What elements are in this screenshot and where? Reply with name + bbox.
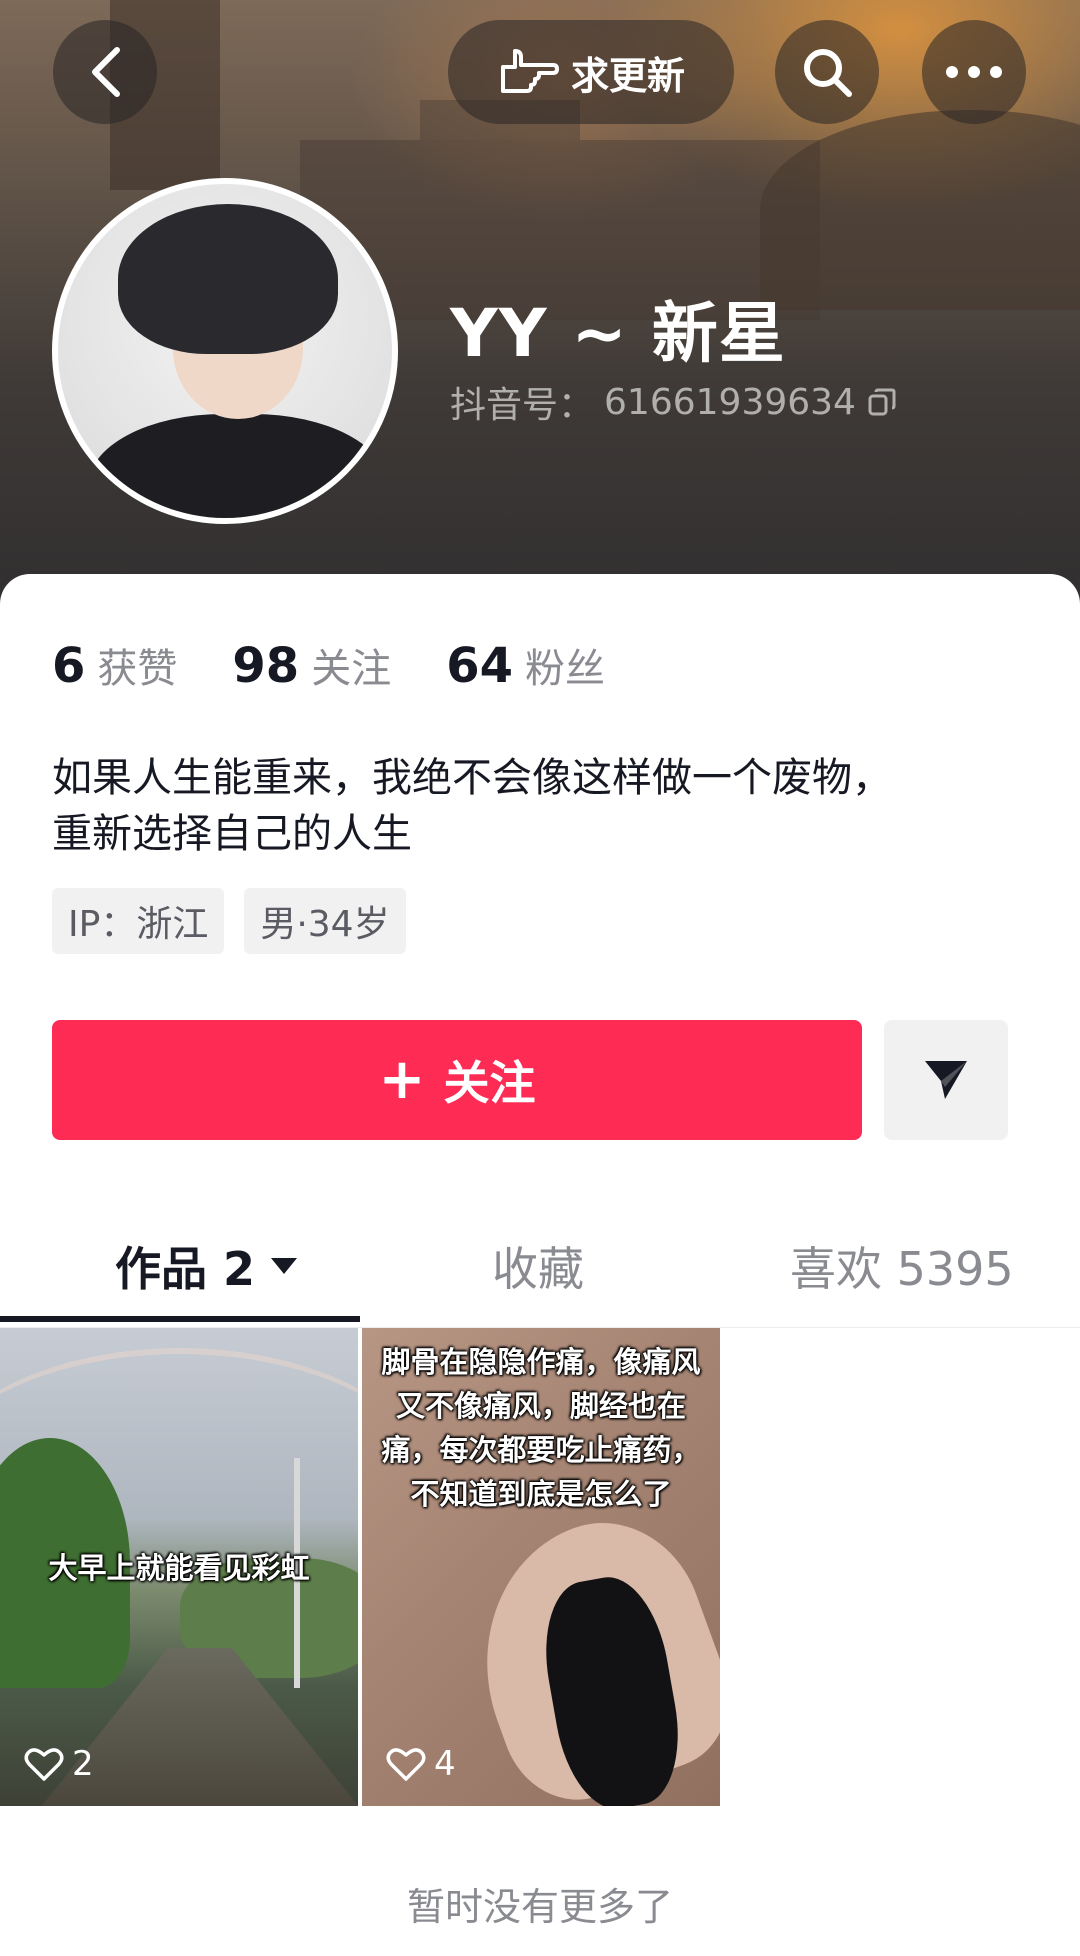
profile-tags: IP：浙江 男·34岁	[52, 888, 406, 954]
stat-label: 获赞	[97, 646, 178, 692]
back-icon	[92, 47, 120, 97]
video-like-count: 2	[72, 1744, 94, 1784]
douyin-id-row[interactable]: 抖音号： 61661939634	[450, 376, 898, 428]
request-update-button[interactable]: 求更新	[448, 20, 734, 124]
follow-button[interactable]: + 关注	[52, 1020, 862, 1140]
profile-card: 6 获赞 98 关注 64 粉丝 如果人生能重来，我绝不会像这样做一个废物， 重新选择…	[0, 574, 1080, 1956]
video-caption: 脚骨在隐隐作痛，像痛风又不像痛风，脚经也在痛，每次都要吃止痛药，不知道到底是怎么…	[381, 1345, 701, 1511]
heart-icon	[24, 1748, 64, 1781]
active-tab-indicator	[0, 1316, 360, 1322]
heart-icon	[386, 1748, 426, 1781]
request-update-label: 求更新	[570, 53, 685, 98]
tab-likes[interactable]: 喜欢 5395	[790, 1204, 1014, 1328]
avatar[interactable]	[52, 178, 398, 524]
douyin-id-value: 61661939634	[604, 381, 856, 423]
stats-row: 6 获赞 98 关注 64 粉丝	[52, 636, 605, 694]
video-likes: 4	[386, 1744, 456, 1784]
video-like-count: 4	[434, 1744, 456, 1784]
video-tile[interactable]: 大早上就能看见彩虹 2	[0, 1328, 358, 1806]
bio: 如果人生能重来，我绝不会像这样做一个废物， 重新选择自己的人生	[52, 750, 1032, 862]
stat-likes-received: 6 获赞	[52, 636, 177, 694]
search-button[interactable]	[775, 20, 879, 124]
back-button[interactable]	[53, 20, 157, 124]
tab-works-label: 作品 2	[115, 1242, 256, 1296]
more-icon	[946, 66, 1002, 78]
video-likes: 2	[24, 1744, 94, 1784]
video-caption: 大早上就能看见彩虹	[48, 1551, 310, 1585]
plus-icon: +	[378, 1047, 426, 1112]
content-tabs: 作品 2 收藏 喜欢 5395	[0, 1204, 1080, 1328]
follow-label: 关注	[443, 1056, 536, 1110]
stat-following[interactable]: 98 关注	[232, 636, 391, 694]
gender-age-tag: 男·34岁	[244, 888, 406, 954]
ip-location-tag: IP：浙江	[52, 888, 225, 954]
bio-line: 如果人生能重来，我绝不会像这样做一个废物，	[52, 755, 892, 801]
caret-down-icon[interactable]	[269, 1256, 299, 1276]
bio-line: 重新选择自己的人生	[52, 811, 412, 857]
video-tile[interactable]: 脚骨在隐隐作痛，像痛风又不像痛风，脚经也在痛，每次都要吃止痛药，不知道到底是怎么…	[362, 1328, 720, 1806]
send-icon	[925, 1061, 967, 1099]
stat-number: 64	[446, 638, 513, 694]
stat-followers[interactable]: 64 粉丝	[446, 636, 605, 694]
username: YY ~ 新星	[450, 295, 786, 372]
search-icon	[804, 49, 852, 97]
stat-label: 粉丝	[525, 646, 605, 692]
more-button[interactable]	[922, 20, 1026, 124]
tab-favorites[interactable]: 收藏	[492, 1204, 584, 1328]
stat-label: 关注	[311, 646, 392, 692]
tab-works[interactable]: 作品 2	[115, 1204, 299, 1328]
hand-point-icon	[500, 49, 559, 93]
send-message-button[interactable]	[884, 1020, 1008, 1140]
no-more-text: 暂时没有更多了	[406, 1885, 673, 1929]
copy-icon[interactable]	[866, 386, 898, 418]
stat-number: 98	[232, 638, 300, 694]
douyin-id-label: 抖音号：	[450, 385, 595, 426]
stat-number: 6	[52, 638, 86, 694]
